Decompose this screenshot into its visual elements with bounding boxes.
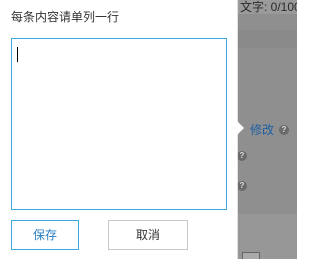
page-stage: 文字: 0/100 修改 ? ? ? 每条内容请单列一行 保存 取消 <box>0 0 297 259</box>
content-textarea[interactable] <box>11 38 227 210</box>
popover-arrow <box>237 121 244 135</box>
background-checkbox[interactable] <box>242 252 260 259</box>
save-button[interactable]: 保存 <box>11 220 79 250</box>
background-modify-link[interactable]: 修改 <box>250 123 274 137</box>
help-icon[interactable]: ? <box>279 125 289 135</box>
cancel-button[interactable]: 取消 <box>108 220 188 250</box>
help-icon[interactable]: ? <box>237 181 247 191</box>
popover-title: 每条内容请单列一行 <box>11 10 120 24</box>
text-caret <box>17 47 18 62</box>
edit-popover: 每条内容请单列一行 保存 取消 <box>0 0 238 259</box>
background-char-counter: 文字: 0/100 <box>240 0 297 14</box>
help-icon[interactable]: ? <box>237 151 247 161</box>
